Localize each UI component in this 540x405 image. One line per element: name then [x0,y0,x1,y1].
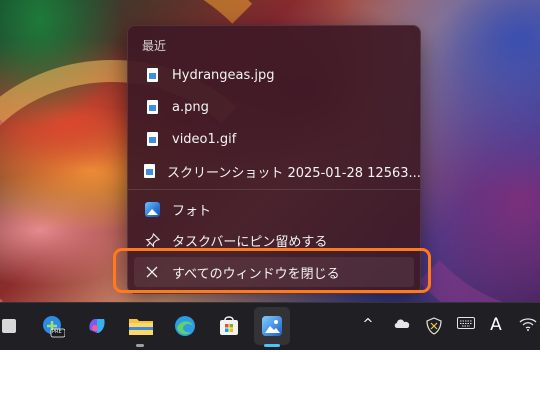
pin-icon [144,232,160,248]
edge-icon[interactable] [172,313,198,339]
recent-file-label: video1.gif [172,131,237,147]
open-photos-app-item[interactable]: フォト [134,194,414,224]
recent-file-label: スクリーンショット 2025-01-28 12563... [167,165,421,181]
photos-app-label: フォト [172,203,212,219]
image-file-icon [144,163,155,179]
photos-app-icon[interactable] [259,313,285,339]
recent-section-title: 最近 [142,39,167,53]
show-hidden-icons-chevron[interactable]: ^ [360,317,376,332]
recent-file-label: Hydrangeas.jpg [172,67,275,83]
security-shield-icon[interactable] [424,317,444,335]
highlight-annotation [113,248,431,293]
store-icon[interactable] [216,313,242,339]
page-background [0,350,540,405]
taskbar: PRE ^ A [0,302,540,351]
edge-preview-icon[interactable]: PRE [40,313,66,339]
image-file-icon [144,67,160,83]
pin-to-taskbar-label: タスクバーにピン留めする [172,234,328,250]
recent-file-item[interactable]: スクリーンショット 2025-01-28 12563... [134,156,421,186]
recent-file-item[interactable]: video1.gif [134,124,414,154]
folder-icon[interactable] [128,313,154,339]
preview-badge: PRE [52,329,62,335]
task-view-icon[interactable] [0,313,18,339]
running-indicator [136,344,144,347]
recent-file-item[interactable]: Hydrangeas.jpg [134,60,414,90]
wifi-icon[interactable] [518,317,538,331]
recent-file-item[interactable]: a.png [134,92,414,122]
copilot-icon[interactable] [84,313,110,339]
ime-mode-indicator[interactable]: A [488,315,504,335]
image-file-icon [144,99,160,115]
menu-divider [128,189,420,190]
image-file-icon [144,131,160,147]
recent-file-label: a.png [172,99,209,115]
keyboard-icon[interactable] [456,317,476,329]
onedrive-cloud-icon[interactable] [392,317,412,329]
photos-app-icon [144,201,160,217]
active-indicator [264,344,280,347]
